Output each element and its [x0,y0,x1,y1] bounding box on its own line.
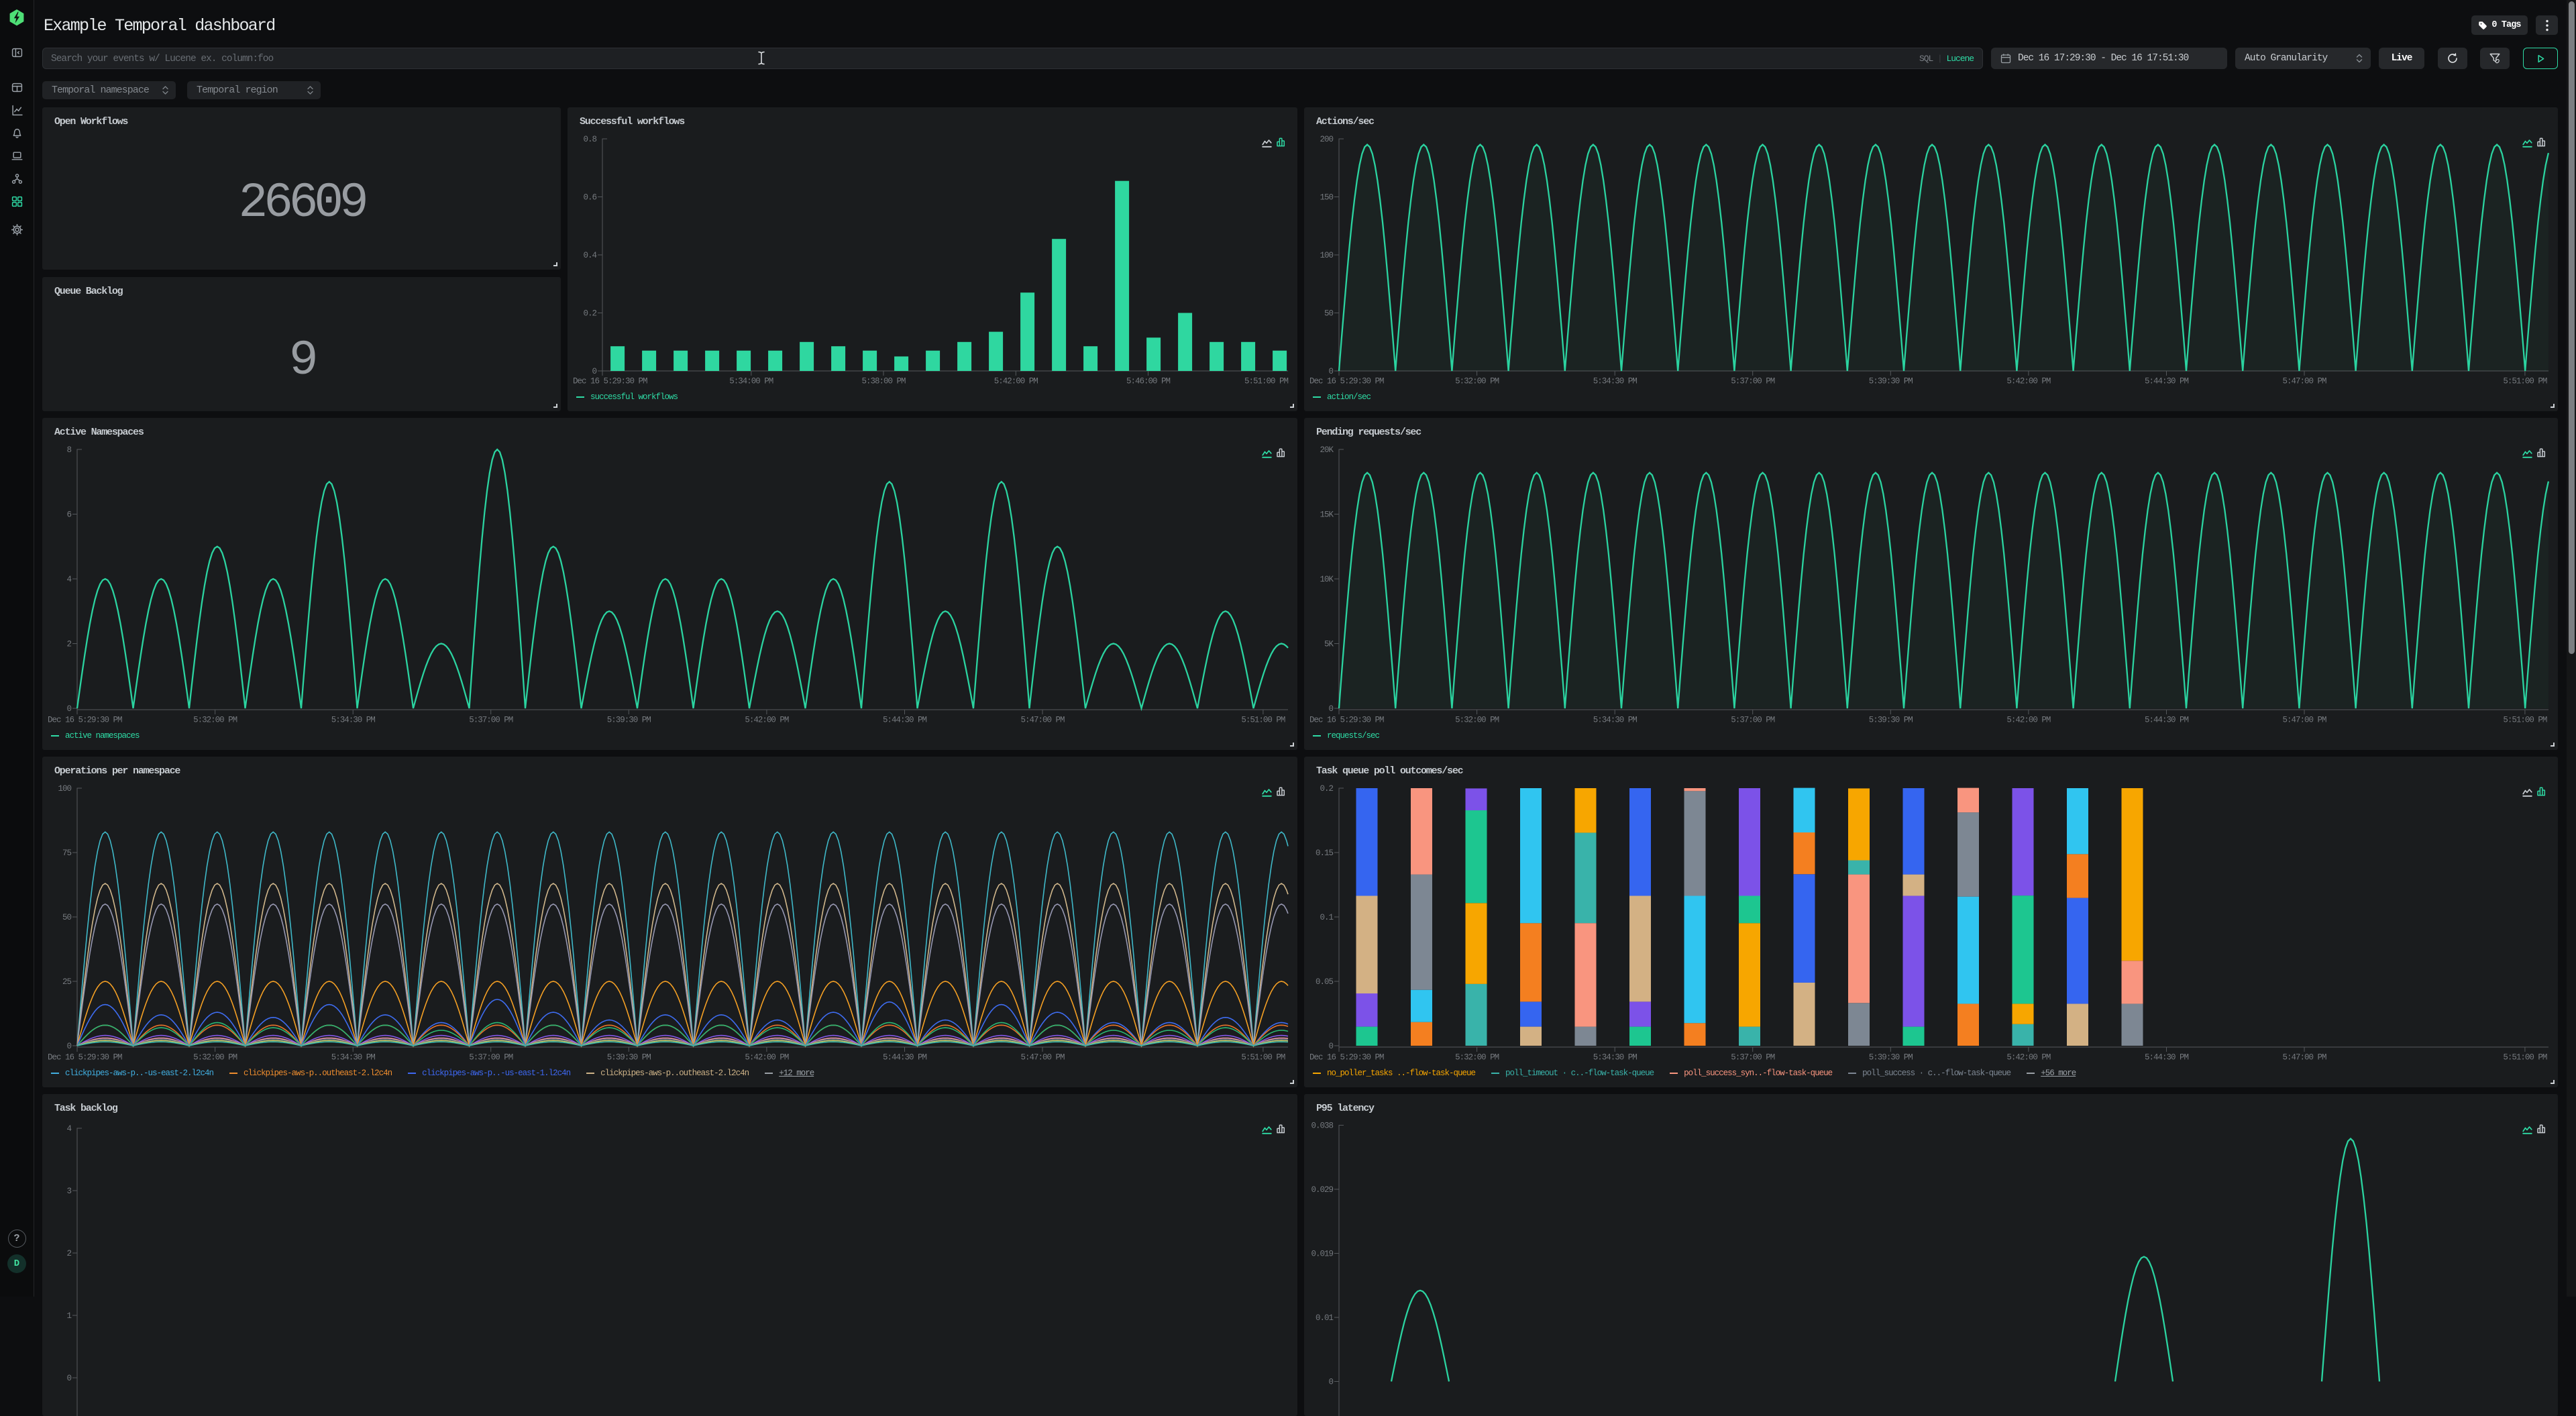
svg-text:75: 75 [62,849,72,858]
svg-text:5:47:00 PM: 5:47:00 PM [1020,716,1065,725]
svg-text:5:51:00 PM: 5:51:00 PM [1241,716,1285,725]
svg-text:5:37:00 PM: 5:37:00 PM [1731,1053,1775,1063]
svg-text:50: 50 [1324,309,1334,319]
svg-text:150: 150 [1320,193,1333,203]
svg-text:5:39:30 PM: 5:39:30 PM [1869,377,1913,386]
svg-text:5:37:00 PM: 5:37:00 PM [1731,716,1775,725]
svg-text:0: 0 [592,367,596,376]
svg-text:5:34:00 PM: 5:34:00 PM [729,377,773,386]
svg-text:0: 0 [1328,367,1333,376]
svg-text:0.1: 0.1 [1320,913,1333,922]
svg-text:3: 3 [66,1187,71,1196]
svg-text:50: 50 [62,913,72,922]
svg-text:5:32:00 PM: 5:32:00 PM [193,1053,237,1063]
svg-text:5:51:00 PM: 5:51:00 PM [1244,377,1289,386]
svg-text:6: 6 [66,510,71,520]
svg-text:5:39:30 PM: 5:39:30 PM [607,1053,651,1063]
svg-text:5:32:00 PM: 5:32:00 PM [1455,1053,1499,1063]
svg-text:0.01: 0.01 [1316,1313,1334,1323]
svg-text:5:34:30 PM: 5:34:30 PM [1593,377,1638,386]
svg-text:5:51:00 PM: 5:51:00 PM [2503,1053,2547,1063]
svg-text:5:42:00 PM: 5:42:00 PM [2006,716,2051,725]
svg-text:0: 0 [1328,704,1333,714]
svg-text:Dec 16 5:29:30 PM: Dec 16 5:29:30 PM [48,716,122,725]
svg-text:0.029: 0.029 [1311,1185,1333,1195]
svg-text:5:39:30 PM: 5:39:30 PM [607,716,651,725]
svg-text:2: 2 [66,640,71,649]
svg-text:0.15: 0.15 [1316,849,1334,858]
svg-text:Dec 16 5:29:30 PM: Dec 16 5:29:30 PM [573,377,647,386]
svg-text:5:47:00 PM: 5:47:00 PM [1020,1053,1065,1063]
svg-text:1: 1 [66,1311,71,1321]
svg-text:Dec 16 5:29:30 PM: Dec 16 5:29:30 PM [1309,716,1384,725]
svg-text:0.038: 0.038 [1311,1122,1333,1131]
svg-text:5:42:00 PM: 5:42:00 PM [745,1053,789,1063]
svg-text:200: 200 [1320,135,1333,144]
svg-text:5:44:30 PM: 5:44:30 PM [883,716,927,725]
svg-text:4: 4 [66,575,71,584]
svg-text:0.019: 0.019 [1311,1250,1333,1259]
svg-text:0.6: 0.6 [583,193,596,203]
svg-text:25: 25 [62,977,72,987]
svg-text:5:44:30 PM: 5:44:30 PM [883,1053,927,1063]
svg-text:5:51:00 PM: 5:51:00 PM [2503,377,2547,386]
svg-text:Dec 16 5:29:30 PM: Dec 16 5:29:30 PM [1309,1053,1384,1063]
svg-text:20K: 20K [1320,445,1334,455]
svg-text:5:32:00 PM: 5:32:00 PM [193,716,237,725]
svg-text:5:34:30 PM: 5:34:30 PM [331,716,376,725]
svg-text:0: 0 [66,1374,71,1383]
svg-text:8: 8 [66,445,71,455]
svg-text:0: 0 [66,704,71,714]
svg-text:5:34:30 PM: 5:34:30 PM [1593,1053,1638,1063]
svg-text:0.2: 0.2 [1320,784,1333,794]
svg-text:5:51:00 PM: 5:51:00 PM [2503,716,2547,725]
svg-text:5:44:30 PM: 5:44:30 PM [2145,1053,2189,1063]
svg-text:2: 2 [66,1249,71,1258]
svg-text:5:34:30 PM: 5:34:30 PM [1593,716,1638,725]
svg-text:5:47:00 PM: 5:47:00 PM [2282,1053,2326,1063]
svg-text:Dec 16 5:29:30 PM: Dec 16 5:29:30 PM [48,1053,122,1063]
svg-text:5:39:30 PM: 5:39:30 PM [1869,716,1913,725]
svg-text:5:44:30 PM: 5:44:30 PM [2145,377,2189,386]
svg-text:5:42:00 PM: 5:42:00 PM [745,716,789,725]
svg-text:0.05: 0.05 [1316,977,1334,987]
svg-text:100: 100 [1320,251,1333,260]
svg-text:0.8: 0.8 [583,135,596,144]
svg-text:4: 4 [66,1124,71,1134]
svg-text:5:34:30 PM: 5:34:30 PM [331,1053,376,1063]
svg-text:10K: 10K [1320,575,1334,584]
svg-text:0.4: 0.4 [583,251,596,260]
svg-text:5:47:00 PM: 5:47:00 PM [2282,716,2326,725]
svg-text:0: 0 [66,1042,71,1051]
svg-text:15K: 15K [1320,510,1334,520]
svg-text:5:32:00 PM: 5:32:00 PM [1455,377,1499,386]
svg-text:0: 0 [1328,1378,1333,1387]
svg-text:5:51:00 PM: 5:51:00 PM [1241,1053,1285,1063]
svg-text:5:39:30 PM: 5:39:30 PM [1869,1053,1913,1063]
svg-text:5:42:00 PM: 5:42:00 PM [2006,1053,2051,1063]
svg-text:5:37:00 PM: 5:37:00 PM [469,716,513,725]
svg-text:100: 100 [58,784,71,794]
svg-text:5:42:00 PM: 5:42:00 PM [2006,377,2051,386]
svg-text:0.2: 0.2 [583,309,596,319]
svg-text:Dec 16 5:29:30 PM: Dec 16 5:29:30 PM [1309,377,1384,386]
svg-text:5:37:00 PM: 5:37:00 PM [1731,377,1775,386]
svg-text:5K: 5K [1324,640,1334,649]
svg-text:5:37:00 PM: 5:37:00 PM [469,1053,513,1063]
svg-text:5:38:00 PM: 5:38:00 PM [861,377,906,386]
svg-text:5:42:00 PM: 5:42:00 PM [994,377,1038,386]
svg-text:5:44:30 PM: 5:44:30 PM [2145,716,2189,725]
svg-text:0: 0 [1328,1042,1333,1051]
svg-text:5:46:00 PM: 5:46:00 PM [1126,377,1171,386]
svg-text:5:47:00 PM: 5:47:00 PM [2282,377,2326,386]
svg-text:5:32:00 PM: 5:32:00 PM [1455,716,1499,725]
